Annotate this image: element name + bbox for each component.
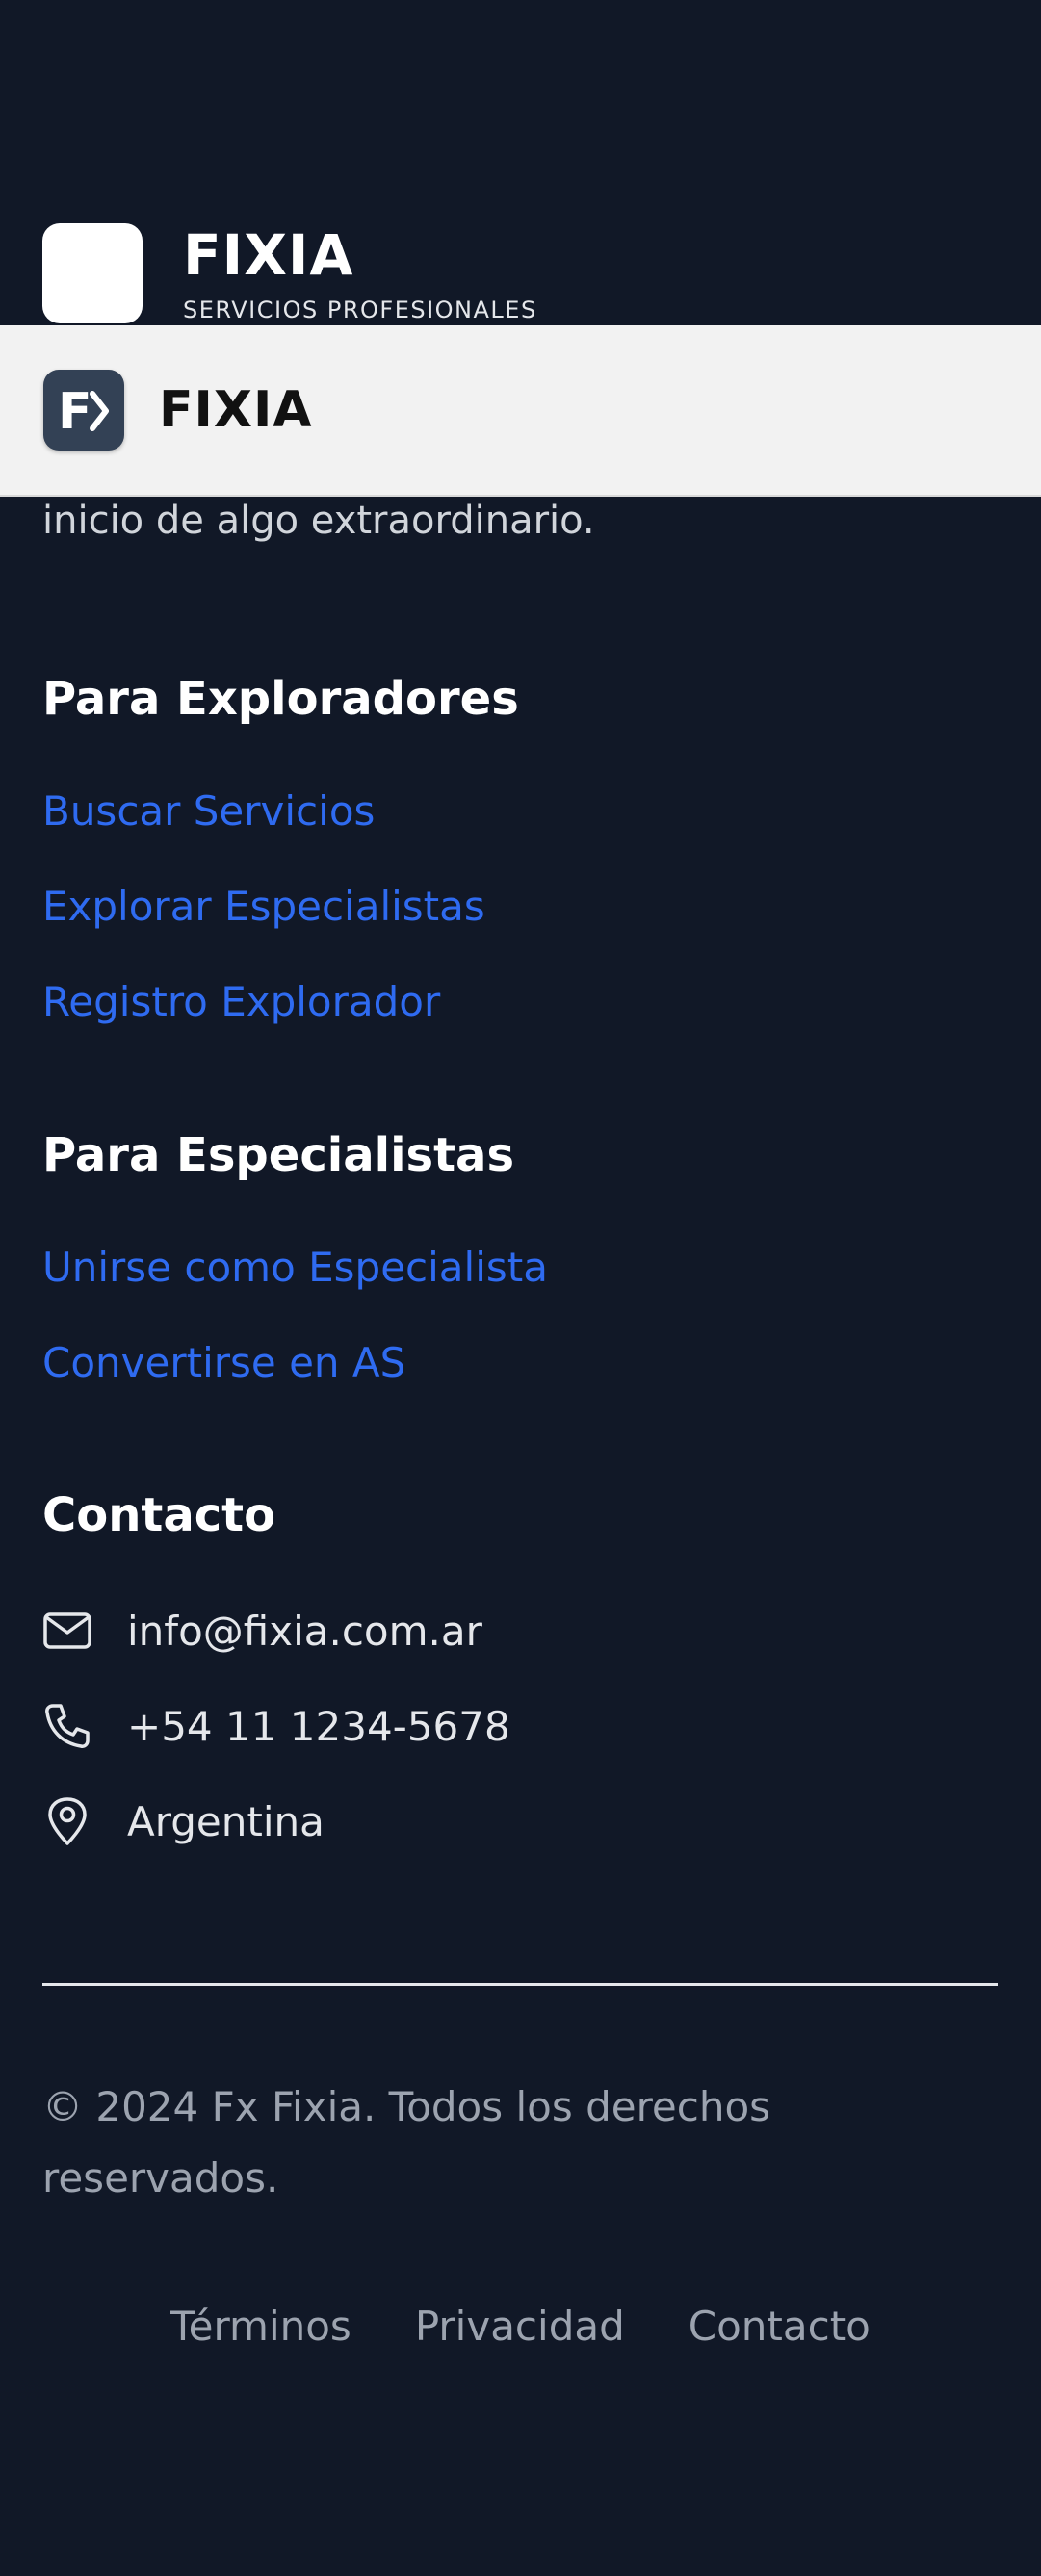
link-buscar-servicios[interactable]: Buscar Servicios	[42, 787, 375, 835]
explorers-section-title: Para Exploradores	[42, 672, 519, 726]
link-explorar-especialistas[interactable]: Explorar Especialistas	[42, 883, 485, 930]
header-brand-name[interactable]: FIXIA	[159, 381, 313, 439]
footer-brand-tagline: SERVICIOS PROFESIONALES	[183, 296, 537, 323]
contact-email-text[interactable]: info@fixia.com.ar	[127, 1608, 482, 1655]
link-registro-explorador[interactable]: Registro Explorador	[42, 978, 440, 1025]
footer-brand: FIXIA SERVICIOS PROFESIONALES	[42, 223, 537, 323]
link-privacidad[interactable]: Privacidad	[415, 2303, 625, 2350]
contact-section-title: Contacto	[42, 1488, 276, 1542]
fixia-logo-icon: F	[58, 383, 109, 441]
link-terminos[interactable]: Términos	[170, 2303, 351, 2350]
contact-phone: +54 11 1234-5678	[42, 1701, 510, 1751]
footer-brand-text: FIXIA SERVICIOS PROFESIONALES	[183, 223, 537, 323]
contact-location-text: Argentina	[127, 1797, 325, 1845]
header-logo[interactable]: F	[43, 370, 124, 451]
svg-text:F: F	[58, 383, 92, 441]
map-pin-icon	[42, 1796, 92, 1846]
specialists-section-title: Para Especialistas	[42, 1128, 515, 1182]
contact-location: Argentina	[42, 1796, 325, 1846]
footer-logo	[42, 223, 143, 323]
phone-icon	[42, 1701, 92, 1751]
footer-brand-name: FIXIA	[183, 222, 354, 288]
link-unirse-especialista[interactable]: Unirse como Especialista	[42, 1244, 548, 1291]
footer-divider	[42, 1983, 998, 1986]
bottom-links: Términos Privacidad Contacto	[0, 2303, 1041, 2350]
sticky-header: F FIXIA	[0, 325, 1041, 497]
copyright-text: © 2024 Fx Fixia. Todos los derechos rese…	[42, 2083, 771, 2202]
link-contacto[interactable]: Contacto	[689, 2303, 871, 2350]
contact-phone-text[interactable]: +54 11 1234-5678	[127, 1703, 510, 1750]
link-convertirse-as[interactable]: Convertirse en AS	[42, 1339, 405, 1386]
contact-email: info@fixia.com.ar	[42, 1606, 482, 1656]
mail-icon	[42, 1606, 92, 1656]
